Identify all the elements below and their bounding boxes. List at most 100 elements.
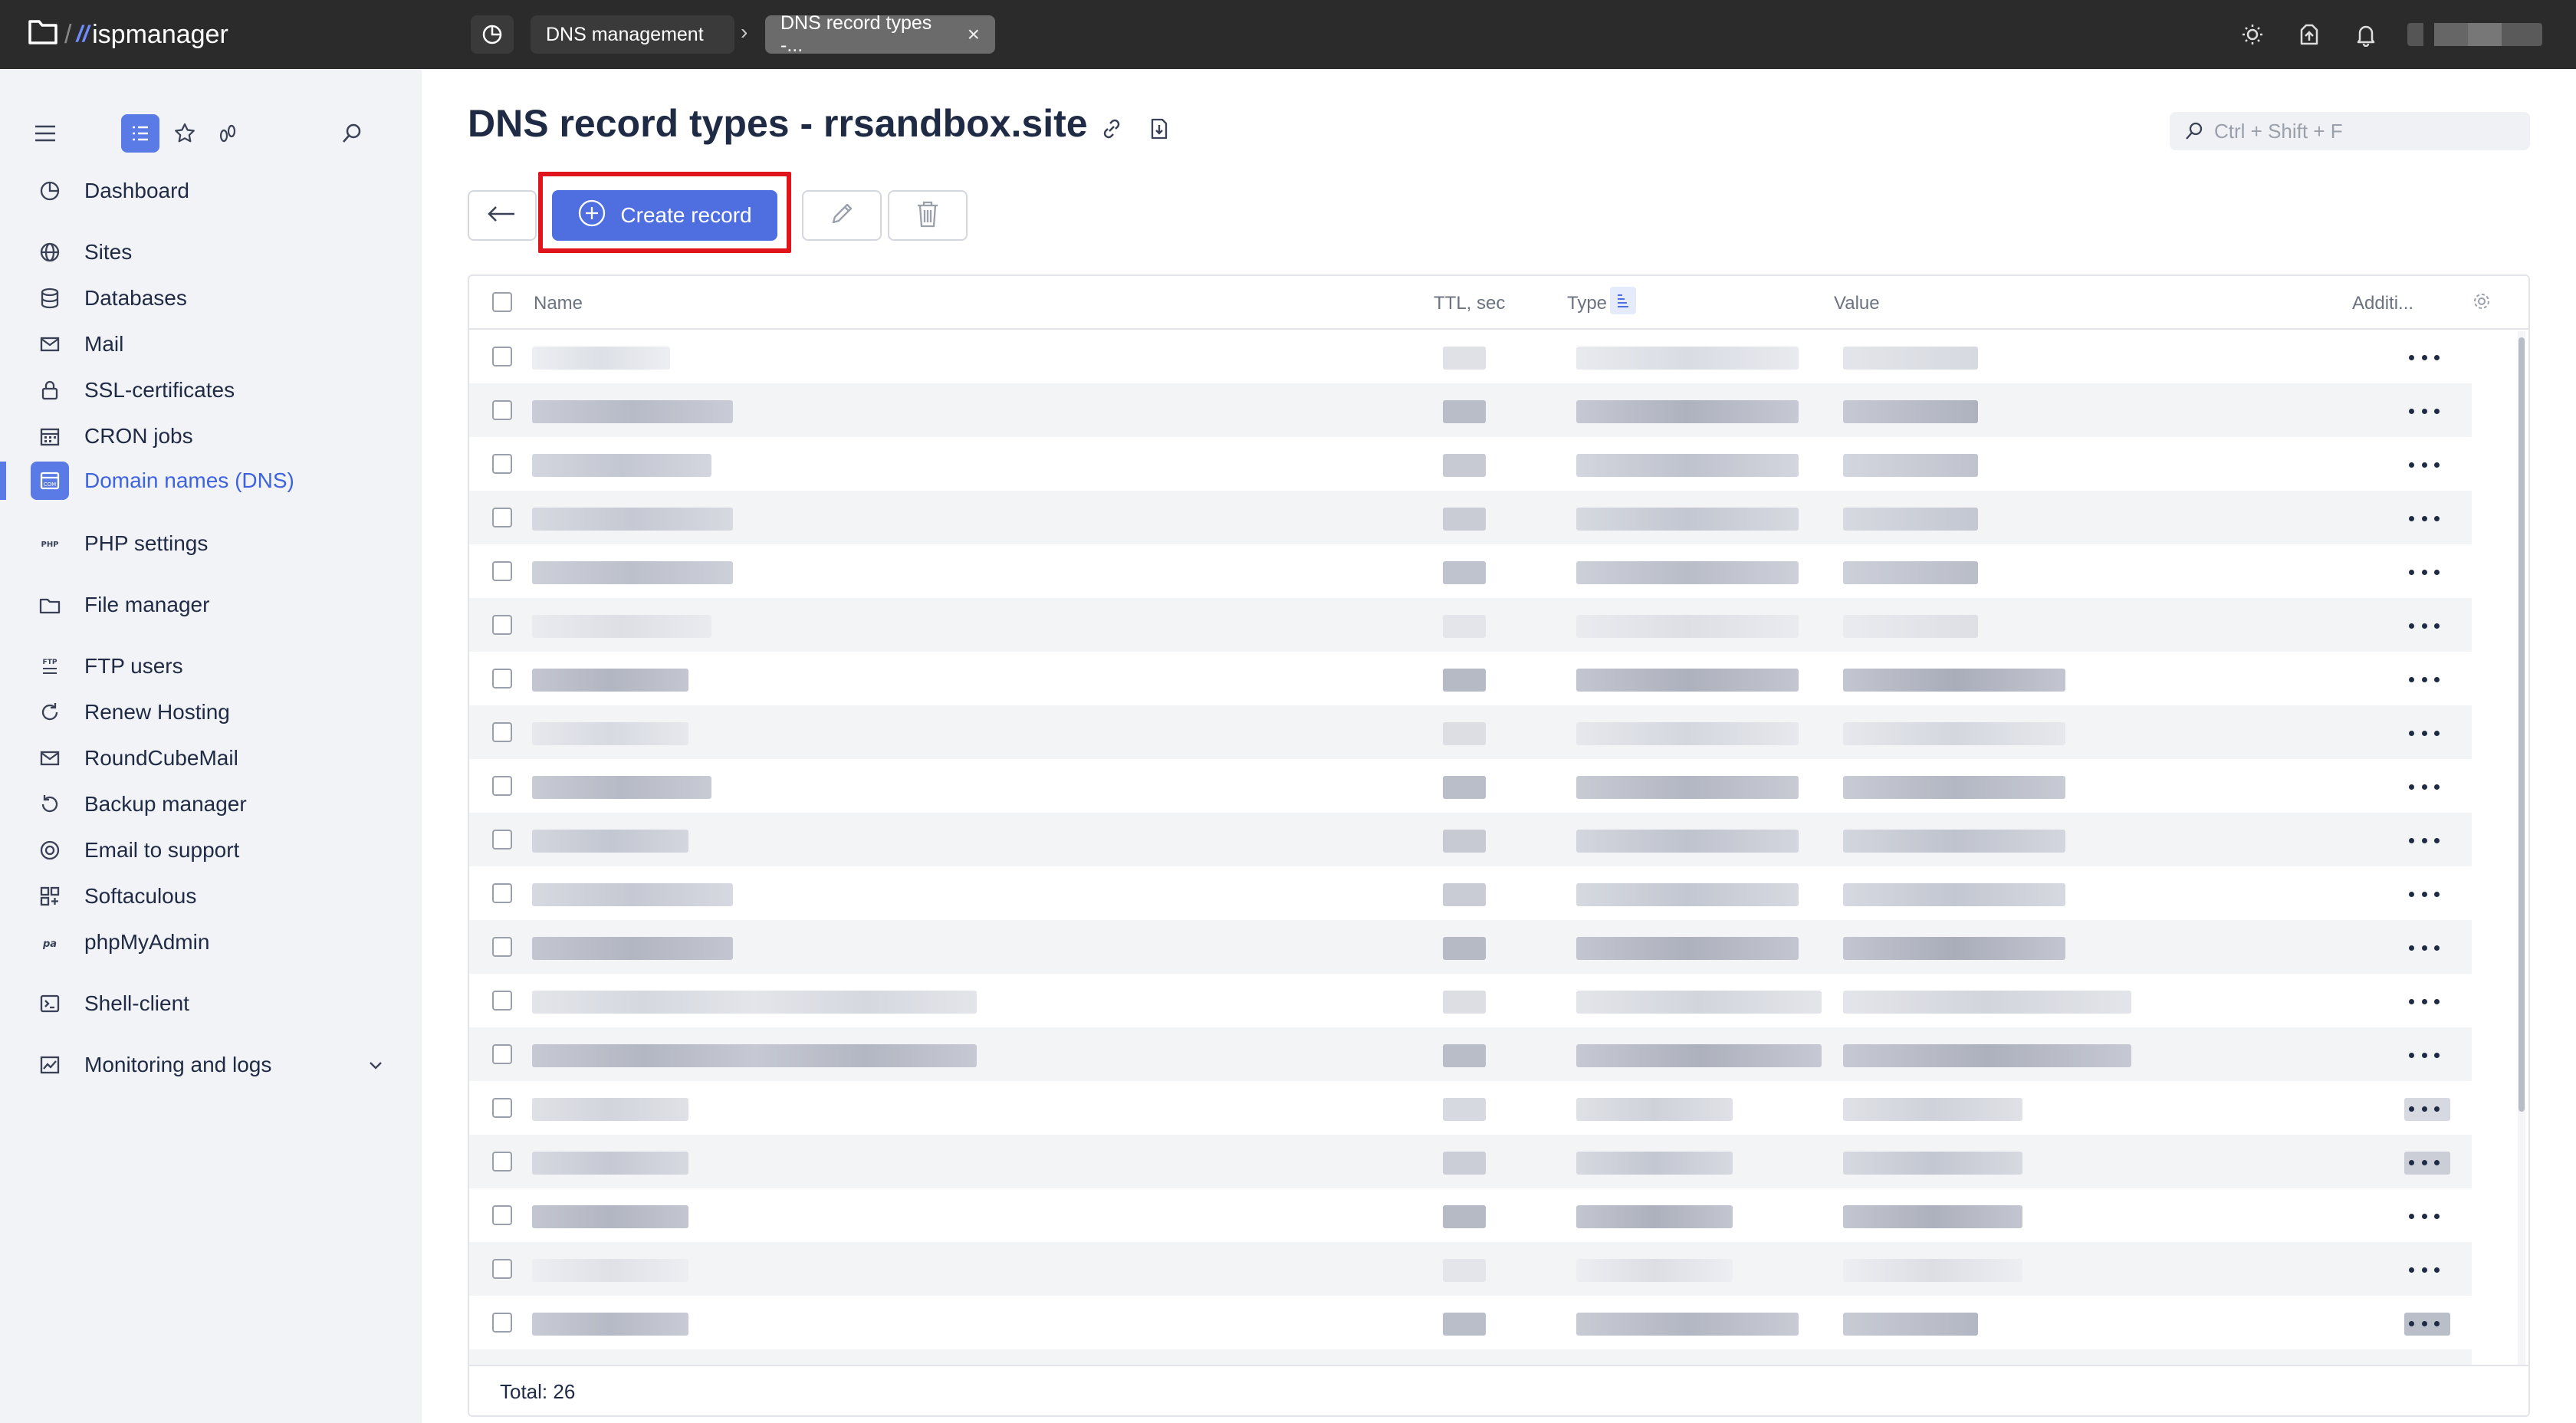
sidebar-item-mail[interactable]: Mail (31, 325, 123, 363)
sidebar-item-backup-manager[interactable]: Backup manager (31, 785, 247, 823)
list-view-icon[interactable] (121, 114, 159, 153)
row-checkbox[interactable] (492, 347, 512, 366)
table-row[interactable] (469, 491, 2472, 544)
row-actions-icon[interactable] (2409, 457, 2440, 472)
row-checkbox[interactable] (492, 1044, 512, 1064)
theme-toggle-icon[interactable] (2237, 19, 2268, 50)
sidebar-item-phpmyadmin[interactable]: pa phpMyAdmin (31, 923, 209, 961)
column-value[interactable]: Value (1834, 293, 1880, 314)
table-row[interactable] (469, 1242, 2472, 1296)
select-all-checkbox[interactable] (492, 292, 512, 312)
gear-icon[interactable] (2472, 291, 2492, 317)
table-row[interactable] (469, 1188, 2472, 1242)
sidebar-item-monitoring-and-logs[interactable]: Monitoring and logs (31, 1046, 271, 1084)
scrollbar-thumb[interactable] (2518, 337, 2525, 1112)
sidebar-item-ftp-users[interactable]: FTP FTP users (31, 647, 183, 685)
search-box[interactable] (2170, 112, 2530, 150)
app-logo[interactable]: / // ispmanager (28, 15, 228, 54)
delete-button[interactable] (888, 190, 968, 241)
sidebar-item-php-settings[interactable]: PHP PHP settings (31, 524, 208, 563)
row-actions-icon[interactable] (2409, 1262, 2440, 1277)
sidebar-item-shell-client[interactable]: Shell-client (31, 984, 189, 1023)
footprint-icon[interactable] (209, 114, 247, 153)
row-checkbox[interactable] (492, 722, 512, 742)
sidebar-item-roundcubemail[interactable]: RoundCubeMail (31, 739, 238, 777)
sidebar-item-cron-jobs[interactable]: CRON jobs (31, 417, 193, 455)
row-checkbox[interactable] (492, 1205, 512, 1225)
row-actions-icon[interactable] (2409, 672, 2440, 687)
bell-icon[interactable] (2351, 19, 2381, 50)
row-checkbox[interactable] (492, 776, 512, 796)
row-actions-icon[interactable] (2409, 1316, 2440, 1331)
link-icon[interactable] (1096, 113, 1127, 144)
search-input[interactable] (2213, 118, 2507, 144)
row-checkbox[interactable] (492, 400, 512, 420)
row-actions-icon[interactable] (2409, 833, 2440, 848)
row-checkbox[interactable] (492, 615, 512, 635)
row-actions-icon[interactable] (2409, 618, 2440, 633)
table-row[interactable] (469, 866, 2472, 920)
sidebar-item-softaculous[interactable]: Softaculous (31, 877, 196, 915)
table-row[interactable] (469, 705, 2472, 759)
close-icon[interactable]: × (968, 24, 980, 45)
row-actions-icon[interactable] (2409, 511, 2440, 526)
upload-icon[interactable] (2294, 19, 2325, 50)
row-actions-icon[interactable] (2409, 1208, 2440, 1224)
column-type[interactable]: Type (1567, 293, 1607, 314)
row-actions-icon[interactable] (2409, 994, 2440, 1009)
back-button[interactable] (468, 190, 537, 241)
dashboard-tab-icon[interactable] (471, 15, 514, 54)
row-actions-icon[interactable] (2409, 564, 2440, 580)
sidebar-item-databases[interactable]: Databases (31, 279, 187, 317)
row-actions-icon[interactable] (2409, 725, 2440, 741)
table-row[interactable] (469, 974, 2472, 1027)
star-icon[interactable] (166, 114, 204, 153)
row-checkbox[interactable] (492, 508, 512, 527)
row-actions-icon[interactable] (2409, 1101, 2440, 1116)
row-actions-icon[interactable] (2409, 350, 2440, 365)
table-row[interactable] (469, 330, 2472, 383)
table-row[interactable] (469, 383, 2472, 437)
row-checkbox[interactable] (492, 561, 512, 581)
column-additional[interactable]: Additi... (2352, 293, 2413, 314)
table-row[interactable] (469, 437, 2472, 491)
row-checkbox[interactable] (492, 1313, 512, 1333)
sidebar-item-ssl-certificates[interactable]: SSL-certificates (31, 371, 235, 409)
table-row[interactable] (469, 1296, 2472, 1349)
row-checkbox[interactable] (492, 454, 512, 474)
row-checkbox[interactable] (492, 1259, 512, 1279)
row-actions-icon[interactable] (2409, 940, 2440, 955)
row-actions-icon[interactable] (2409, 1047, 2440, 1063)
export-icon[interactable] (1144, 113, 1175, 144)
row-checkbox[interactable] (492, 991, 512, 1011)
row-actions-icon[interactable] (2409, 403, 2440, 419)
sidebar-item-email-to-support[interactable]: Email to support (31, 831, 239, 869)
menu-icon[interactable] (26, 114, 64, 153)
search-icon[interactable] (333, 114, 371, 153)
sidebar-item-sites[interactable]: Sites (31, 233, 132, 271)
table-row[interactable] (469, 1135, 2472, 1188)
table-row[interactable] (469, 598, 2472, 652)
row-actions-icon[interactable] (2409, 886, 2440, 902)
table-row[interactable] (469, 1027, 2472, 1081)
table-row[interactable] (469, 652, 2472, 705)
row-checkbox[interactable] (492, 883, 512, 903)
table-row[interactable] (469, 759, 2472, 813)
breadcrumb-dns-record-types[interactable]: DNS record types -... × (765, 12, 995, 56)
column-ttl[interactable]: TTL, sec (1434, 293, 1505, 314)
table-row[interactable] (469, 544, 2472, 598)
sidebar-item-domain-names[interactable]: COM Domain names (DNS) (31, 462, 294, 500)
row-actions-icon[interactable] (2409, 1155, 2440, 1170)
row-checkbox[interactable] (492, 669, 512, 688)
table-row[interactable] (469, 1081, 2472, 1135)
row-checkbox[interactable] (492, 1152, 512, 1172)
row-actions-icon[interactable] (2409, 779, 2440, 794)
sidebar-item-file-manager[interactable]: File manager (31, 586, 209, 624)
chevron-down-icon[interactable] (366, 1057, 385, 1076)
row-checkbox[interactable] (492, 1098, 512, 1118)
row-checkbox[interactable] (492, 830, 512, 850)
edit-button[interactable] (802, 190, 882, 241)
sort-icon[interactable] (1610, 287, 1636, 314)
column-name[interactable]: Name (534, 293, 583, 314)
breadcrumb-dns-management[interactable]: DNS management (531, 15, 734, 54)
